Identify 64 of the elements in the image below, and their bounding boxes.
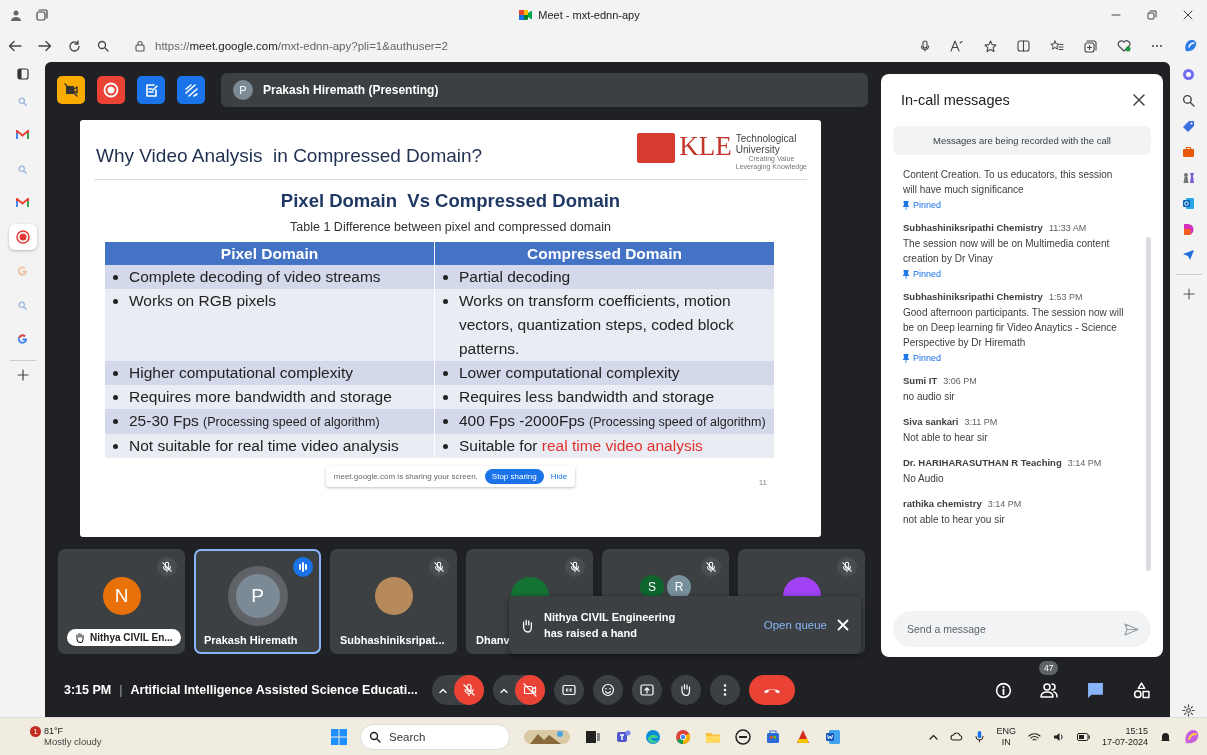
table-cell: Works on RGB pixels — [129, 292, 276, 309]
table-cell: Requires more bandwidth and storage — [129, 388, 392, 405]
logo-text: Technological — [735, 132, 798, 144]
participant-name: Subhashiniksripat... — [340, 634, 445, 646]
column-header: Pixel Domain — [105, 242, 435, 265]
weather-condition: Mostly cloudy — [44, 736, 103, 747]
message-time: 3:06 PM — [943, 376, 977, 386]
participant-name: Nithya CIVIL En... — [90, 632, 173, 643]
message-text: no audio sir — [903, 390, 956, 404]
table-cell: Complete decoding of video streams — [129, 268, 381, 285]
window-title: Meet - mxt-ednn-apy — [538, 9, 640, 21]
table-cell: Not suitable for real time video analysis — [129, 437, 399, 454]
separator: | — [119, 683, 123, 697]
participant-count: 47 — [1039, 661, 1059, 675]
sender-name: Subhashiniksripathi Chemistry — [903, 222, 1043, 233]
meeting-title: Artificial Intelligence Assisted Science Educati... — [130, 683, 418, 697]
message-time: 3:14 PM — [1067, 458, 1102, 468]
sender-name: Siva sankari — [903, 416, 959, 427]
recording-notice: Messages are being recorded with the call — [893, 126, 1151, 155]
slide-heading: Pixel Domain Vs Compressed Domain — [279, 190, 622, 212]
avatar: S — [640, 574, 664, 599]
message-text: Not able to hear sir — [903, 431, 989, 445]
meeting-time: 3:15 PM — [64, 683, 112, 697]
pinned-label: Pinned — [913, 200, 942, 210]
share-message: meet.google.com is sharing your screen. — [333, 472, 478, 481]
notification-text: Nithya CIVIL Engineering has raised a hand — [544, 610, 677, 641]
message-time: 3:14 PM — [987, 499, 1022, 509]
logo-text: University — [735, 143, 780, 155]
table-cell: Partial decoding — [459, 268, 571, 285]
sender-name: Subhashiniksripathi Chemistry — [903, 291, 1043, 302]
logo-wordmark: KLE — [679, 132, 732, 159]
message-text: The session now will be on Multimedia content creation by Dr Vinay — [903, 237, 1111, 266]
message-text: No Audio — [903, 472, 945, 486]
message-text: not able to hear you sir — [903, 513, 1006, 527]
sender-name: Sumi IT — [903, 375, 938, 386]
slide-title: Why Video Analysis in Compressed Domain? — [95, 143, 483, 167]
table-cell: Suitable for real time video analysis — [459, 437, 703, 454]
sender-name: Dr. HARIHARASUTHAN R Teaching — [903, 457, 1062, 468]
table-cell: Lower computational complexity — [459, 364, 680, 381]
avatar-initial: P — [233, 80, 253, 100]
panel-title: In-call messages — [901, 92, 1010, 108]
page-number: 11 — [758, 478, 767, 487]
table-cell: 400 Fps -2000Fps (Processing speed of algorithm) — [459, 412, 766, 429]
participant-name: Dhanv — [476, 634, 510, 646]
avatar: R — [667, 574, 691, 599]
participant-name: Prakash Hiremath — [204, 634, 298, 646]
pinned-label: Pinned — [913, 353, 942, 363]
message-time: 3:11 PM — [964, 417, 998, 427]
column-header: Compressed Domain — [435, 242, 775, 265]
table-cell: Requires less bandwidth and storage — [459, 388, 715, 405]
avatar: P — [235, 573, 280, 618]
table-cell: Higher computational complexity — [129, 364, 353, 381]
table-caption: Table 1 Difference between pixel and compressed domain — [289, 220, 612, 234]
pinned-label: Pinned — [913, 269, 942, 279]
avatar: N — [102, 576, 141, 615]
sender-name: rathika chemistry — [903, 498, 982, 509]
table-cell: 25-30 Fps (Processing speed of algorithm) — [129, 412, 380, 429]
table-cell: Works on transform coefficients, motion vectors, quantization steps, coded block patterns. — [459, 292, 734, 357]
message-time: 11:33 AM — [1048, 223, 1087, 233]
weather-temperature: 81°F — [44, 726, 65, 736]
message-text: Content Creation. To us educators, this session will have much significance — [903, 168, 1114, 197]
message-time: 1:53 PM — [1048, 292, 1083, 302]
message-text: Good afternoon participants. The session now will be on Deep learning fir Video Anaytics - Science Perspective by Dr Hiremath — [903, 306, 1125, 350]
presenter-label: Prakash Hiremath (Presenting) — [263, 83, 439, 97]
